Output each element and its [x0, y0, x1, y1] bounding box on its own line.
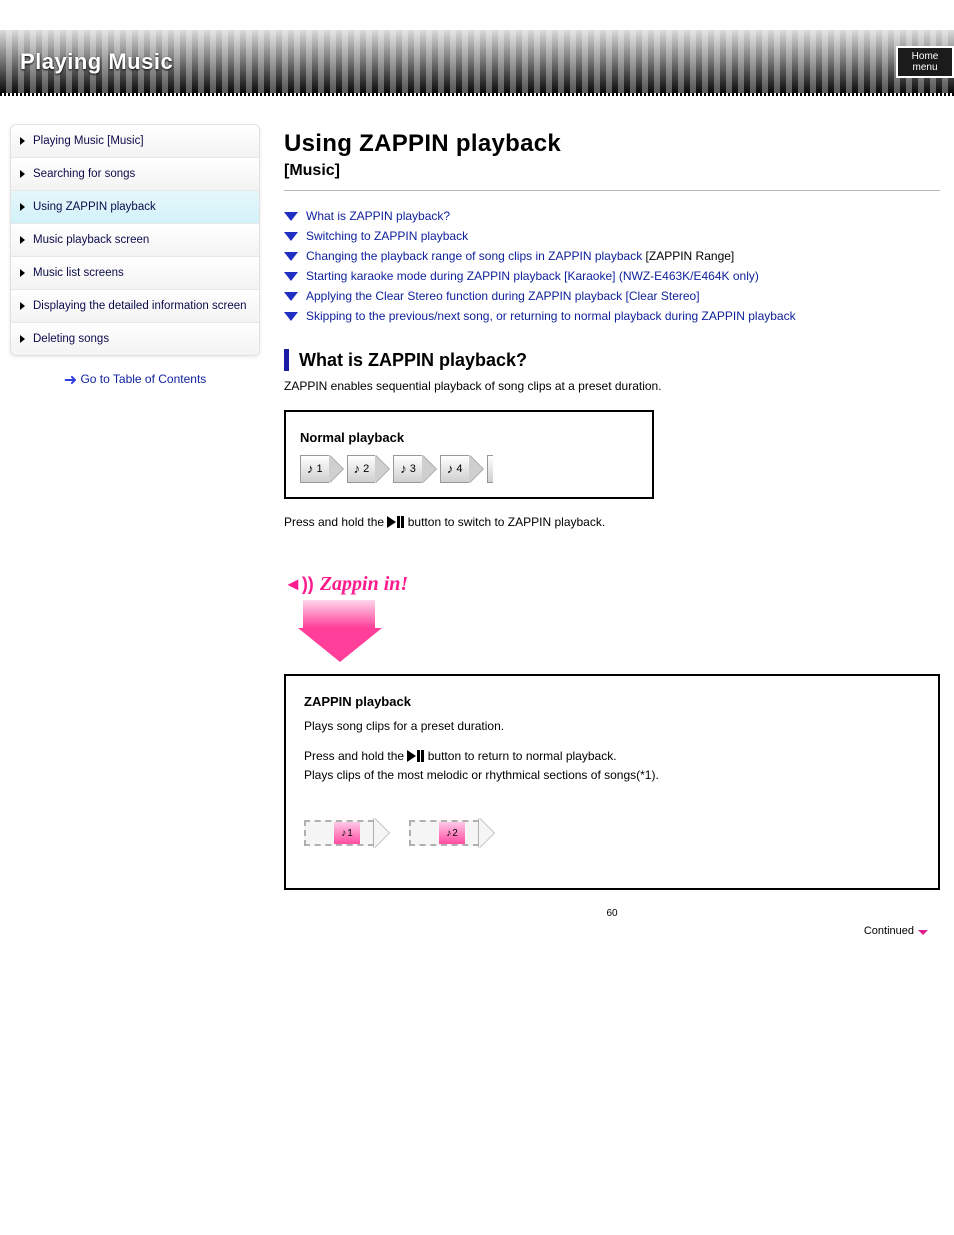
zappin-box-desc: Press and hold the button to return to n…	[304, 747, 920, 784]
page-number: 60	[284, 908, 940, 919]
heading-bar-icon	[284, 349, 289, 371]
toc-link-label: Starting karaoke mode during ZAPPIN play…	[306, 269, 759, 283]
play-pause-icon	[407, 750, 424, 762]
banner-underline	[0, 93, 954, 96]
zappin-playback-box: ZAPPIN playback Plays song clips for a p…	[284, 674, 940, 890]
toc-link-karaoke[interactable]: Starting karaoke mode during ZAPPIN play…	[284, 269, 940, 283]
normal-after-text: Press and hold the button to switch to Z…	[284, 513, 940, 532]
toc-link-label: Applying the Clear Stereo function durin…	[306, 289, 700, 303]
chevron-down-icon	[284, 272, 298, 281]
sidebar-item-detailed-info[interactable]: Displaying the detailed information scre…	[11, 290, 259, 323]
music-note-icon: ♪	[341, 828, 346, 839]
song-arrow: ♪2	[347, 455, 390, 483]
toc-link-label: What is ZAPPIN playback?	[306, 209, 450, 223]
chevron-down-icon	[284, 232, 298, 241]
song-arrow-tiny	[487, 455, 493, 483]
continued-label: Continued	[284, 925, 940, 937]
sidebar-item-playing-music[interactable]: Playing Music [Music]	[11, 125, 259, 158]
section-heading: What is ZAPPIN playback?	[284, 349, 940, 371]
sidebar-item-searching[interactable]: Searching for songs	[11, 158, 259, 191]
page-subtitle: [Music]	[284, 162, 940, 180]
toc-link-range[interactable]: Changing the playback range of song clip…	[284, 249, 940, 263]
chevron-down-icon	[284, 252, 298, 261]
sidebar-item-zappin[interactable]: Using ZAPPIN playback	[11, 191, 259, 224]
music-note-icon: ♪	[400, 461, 407, 476]
music-note-icon: ♪	[447, 461, 454, 476]
toc-link-clear-stereo[interactable]: Applying the Clear Stereo function durin…	[284, 289, 940, 303]
normal-playback-box: Normal playback ♪1 ♪2 ♪3 ♪4	[284, 410, 654, 499]
in-page-link-list: What is ZAPPIN playback? Switching to ZA…	[284, 209, 940, 323]
zappin-in-text: Zappin in!	[320, 573, 408, 596]
toc-link-label: Skipping to the previous/next song, or r…	[306, 309, 796, 323]
zappin-box-title: ZAPPIN playback	[304, 694, 920, 709]
toc-link-skip[interactable]: Skipping to the previous/next song, or r…	[284, 309, 940, 323]
banner-title: Playing Music	[20, 49, 173, 75]
arrow-right-icon: ➜	[64, 372, 77, 389]
play-pause-icon	[387, 516, 404, 528]
song-number: 3	[410, 463, 416, 475]
normal-song-strip: ♪1 ♪2 ♪3 ♪4	[300, 455, 638, 483]
sound-icon: ◄))	[284, 574, 314, 595]
song-number: 2	[363, 463, 369, 475]
toc-link-what-is[interactable]: What is ZAPPIN playback?	[284, 209, 940, 223]
chevron-down-icon	[284, 292, 298, 301]
song-number: 1	[317, 463, 323, 475]
home-menu-tab[interactable]: Home menu	[896, 46, 954, 78]
toc-link-label: Changing the playback range of song clip…	[306, 249, 734, 263]
clip-number: 2	[452, 828, 458, 839]
sidebar-nav: Playing Music [Music] Searching for song…	[10, 124, 260, 356]
toc-link-switching[interactable]: Switching to ZAPPIN playback	[284, 229, 940, 243]
section-heading-text: What is ZAPPIN playback?	[299, 350, 527, 371]
normal-playback-title: Normal playback	[300, 430, 638, 445]
chevron-down-icon	[284, 212, 298, 221]
song-number: 4	[456, 463, 462, 475]
page-title: Using ZAPPIN playback	[284, 130, 940, 158]
section-body: ZAPPIN enables sequential playback of so…	[284, 377, 940, 396]
music-note-icon: ♪	[354, 461, 361, 476]
song-arrow: ♪1	[300, 455, 343, 483]
horizontal-rule	[284, 190, 940, 191]
toc-link-label: Switching to ZAPPIN playback	[306, 229, 468, 243]
sidebar-item-playback-screen[interactable]: Music playback screen	[11, 224, 259, 257]
sidebar-item-list-screens[interactable]: Music list screens	[11, 257, 259, 290]
zappin-in-label: ◄)) Zappin in!	[284, 573, 940, 596]
song-arrow: ♪3	[393, 455, 436, 483]
chevron-down-icon	[284, 312, 298, 321]
sidebar-item-deleting[interactable]: Deleting songs	[11, 323, 259, 355]
music-note-icon: ♪	[446, 828, 451, 839]
go-to-toc-link[interactable]: ➜ Go to Table of Contents	[10, 370, 260, 390]
music-note-icon: ♪	[307, 461, 314, 476]
zappin-box-sub: Plays song clips for a preset duration.	[304, 719, 920, 733]
clip-arrow: ♪1	[304, 818, 389, 848]
clip-arrow: ♪2	[409, 818, 494, 848]
pink-down-arrow-icon	[298, 600, 380, 664]
chevron-down-pink-icon	[918, 930, 928, 935]
zappin-song-strip: ♪1 ♪2	[304, 818, 920, 848]
go-to-toc-label: Go to Table of Contents	[80, 372, 206, 386]
clip-number: 1	[347, 828, 353, 839]
song-arrow: ♪4	[440, 455, 483, 483]
toc-link-extra: [ZAPPIN Range]	[646, 249, 735, 263]
